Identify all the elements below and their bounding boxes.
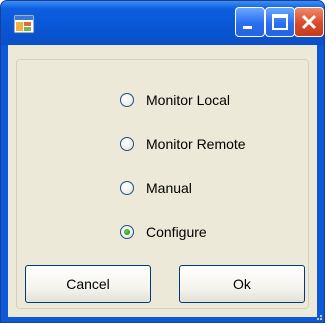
- radio-label[interactable]: Monitor Remote: [146, 136, 246, 152]
- maximize-button[interactable]: [265, 7, 295, 37]
- dialog-window: Monitor Local Monitor Remote Manual Conf…: [0, 0, 325, 323]
- radio-monitor-remote[interactable]: Monitor Remote: [120, 134, 246, 154]
- close-button[interactable]: [294, 7, 324, 37]
- radio-monitor-local[interactable]: Monitor Local: [120, 90, 230, 110]
- resize-grip-icon[interactable]: [313, 311, 323, 321]
- cancel-button[interactable]: Cancel: [25, 265, 151, 303]
- radio-button-icon[interactable]: [120, 137, 134, 151]
- radio-button-selected-icon[interactable]: [120, 225, 134, 239]
- radio-configure[interactable]: Configure: [120, 222, 207, 242]
- dialog-client-area: Monitor Local Monitor Remote Manual Conf…: [8, 45, 317, 317]
- title-bar[interactable]: [1, 1, 324, 45]
- minimize-icon: [243, 26, 252, 29]
- radio-manual[interactable]: Manual: [120, 178, 192, 198]
- radio-label[interactable]: Configure: [146, 224, 207, 240]
- radio-selected-dot: [124, 229, 130, 235]
- app-window-icon: [13, 14, 35, 34]
- ok-button[interactable]: Ok: [179, 265, 305, 303]
- minimize-button[interactable]: [235, 7, 265, 37]
- radio-label[interactable]: Monitor Local: [146, 92, 230, 108]
- maximize-icon: [272, 14, 288, 30]
- radio-label[interactable]: Manual: [146, 180, 192, 196]
- close-icon: [301, 14, 317, 30]
- radio-button-icon[interactable]: [120, 93, 134, 107]
- radio-button-icon[interactable]: [120, 181, 134, 195]
